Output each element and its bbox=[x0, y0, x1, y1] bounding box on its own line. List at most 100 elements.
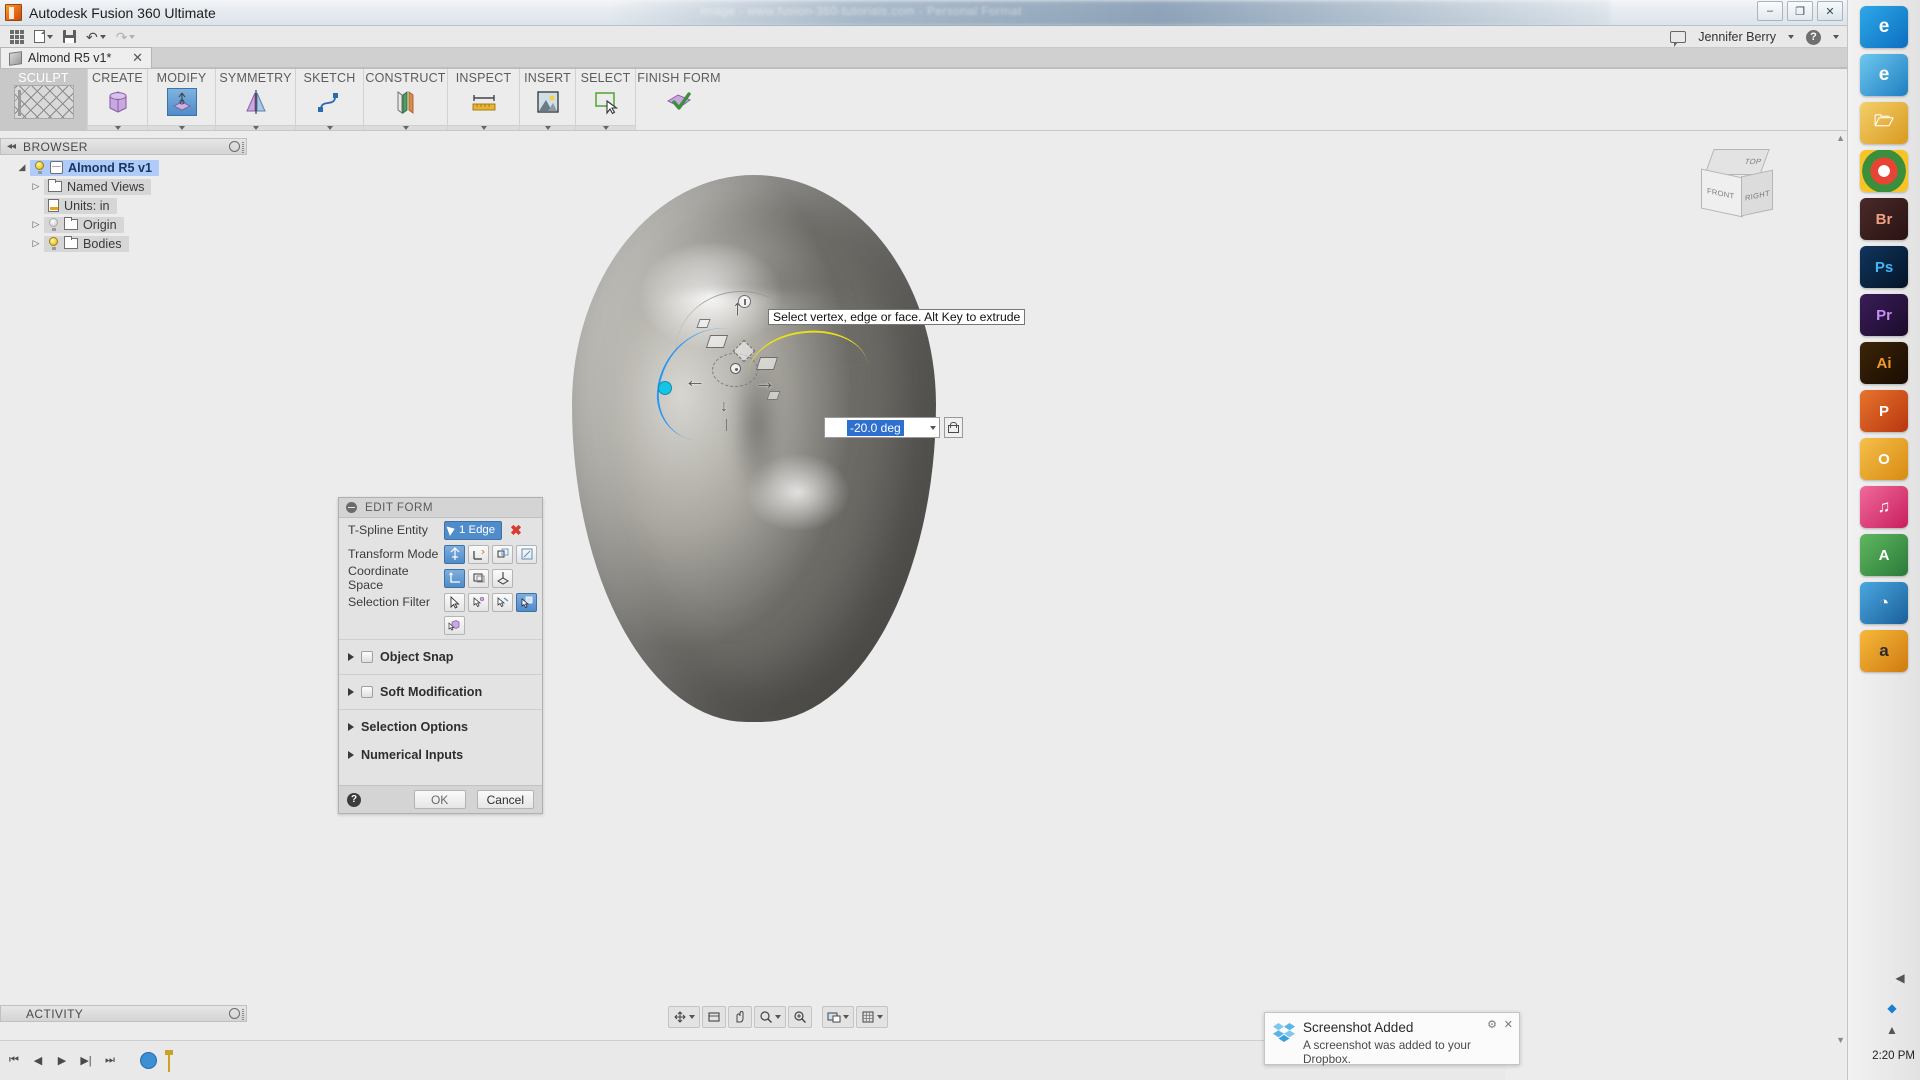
dialog-header[interactable]: EDIT FORM bbox=[339, 498, 542, 518]
tree-node-chip[interactable]: Almond R5 v1 bbox=[30, 160, 159, 176]
edge-browser-icon[interactable]: e bbox=[1860, 6, 1908, 48]
display-settings-button[interactable] bbox=[822, 1006, 854, 1028]
gear-icon[interactable]: ⚙ bbox=[1487, 1018, 1497, 1031]
chevron-down-icon[interactable] bbox=[843, 1015, 849, 1019]
redo-button[interactable]: ↷ bbox=[112, 27, 140, 47]
filter-cursor-icon[interactable] bbox=[444, 593, 465, 612]
3d-viewport[interactable]: ▲ ▼ TOP FRONT RIGHT ↑ ← → ↓ bbox=[0, 131, 1847, 1047]
expand-triangle-icon[interactable] bbox=[348, 751, 354, 759]
section-numerical-inputs[interactable]: Numerical Inputs bbox=[339, 741, 542, 769]
section-selection-options[interactable]: Selection Options bbox=[339, 713, 542, 741]
transform-scale-icon[interactable] bbox=[516, 545, 537, 564]
adobe-photoshop-icon[interactable]: Ps bbox=[1860, 246, 1908, 288]
tree-node-bodies[interactable]: ▷ Bodies bbox=[0, 234, 247, 253]
new-file-button[interactable] bbox=[30, 27, 57, 47]
filter-body-icon[interactable] bbox=[444, 616, 465, 635]
view-cube[interactable]: TOP FRONT RIGHT bbox=[1695, 149, 1779, 223]
ribbon-panel-create[interactable]: CREATE bbox=[88, 69, 148, 131]
expand-triangle-icon[interactable] bbox=[348, 653, 354, 661]
step-back-icon[interactable]: ◀ bbox=[30, 1053, 46, 1069]
chat-icon[interactable] bbox=[1670, 31, 1686, 43]
outlook-icon[interactable]: O bbox=[1860, 438, 1908, 480]
object-snap-checkbox[interactable] bbox=[361, 651, 373, 663]
go-to-start-icon[interactable]: ⏮ bbox=[6, 1053, 22, 1069]
tree-twisty-icon[interactable]: ▷ bbox=[28, 238, 44, 249]
play-icon[interactable]: ▶ bbox=[54, 1053, 70, 1069]
filter-face-icon[interactable] bbox=[516, 593, 537, 612]
tree-node-almond-r5[interactable]: ◢ Almond R5 v1 bbox=[0, 158, 247, 177]
collapse-left-icon[interactable]: ◂◂ bbox=[7, 141, 15, 152]
tree-twisty-icon[interactable]: ▷ bbox=[28, 181, 44, 192]
transform-rotate-icon[interactable] bbox=[492, 545, 513, 564]
almond-body-model[interactable] bbox=[572, 175, 936, 722]
fit-button[interactable] bbox=[788, 1006, 812, 1028]
system-clock[interactable]: 2:20 PM bbox=[1872, 1050, 1915, 1062]
go-to-end-icon[interactable]: ⏭ bbox=[102, 1053, 118, 1069]
ribbon-panel-symmetry[interactable]: SYMMETRY bbox=[216, 69, 296, 131]
activity-options-icon[interactable] bbox=[229, 1008, 240, 1019]
filter-vertex-icon[interactable] bbox=[468, 593, 489, 612]
transform-translate-icon[interactable] bbox=[468, 545, 489, 564]
chevron-down-icon[interactable] bbox=[1833, 35, 1839, 39]
chevron-down-icon[interactable] bbox=[877, 1015, 883, 1019]
activity-resize-grip[interactable] bbox=[242, 1009, 244, 1020]
transform-all-icon[interactable] bbox=[444, 545, 465, 564]
close-icon[interactable]: ✕ bbox=[1504, 1018, 1513, 1031]
autodesk-icon[interactable]: A bbox=[1860, 534, 1908, 576]
browser-resize-grip[interactable] bbox=[242, 142, 244, 153]
chevron-down-icon[interactable] bbox=[689, 1015, 695, 1019]
angle-input-value[interactable]: -20.0 deg bbox=[847, 420, 904, 436]
world-space-icon[interactable] bbox=[444, 569, 465, 588]
ok-button[interactable]: OK bbox=[414, 790, 466, 809]
tree-node-chip[interactable]: Named Views bbox=[44, 179, 151, 195]
chevron-down-icon[interactable] bbox=[1788, 35, 1794, 39]
scroll-down-indicator[interactable]: ▼ bbox=[1836, 1035, 1845, 1045]
help-icon[interactable]: ? bbox=[1806, 30, 1821, 45]
manipulator-arrow-up[interactable]: ↑ bbox=[732, 297, 743, 319]
close-button[interactable]: ✕ bbox=[1817, 1, 1843, 21]
dropbox-notification[interactable]: Screenshot Added A screenshot was added … bbox=[1264, 1012, 1520, 1065]
timeline-feature-marker[interactable] bbox=[140, 1052, 157, 1069]
tspline-entity-selection[interactable]: 1 Edge bbox=[444, 521, 502, 540]
amazon-icon[interactable]: a bbox=[1860, 630, 1908, 672]
adobe-illustrator-icon[interactable]: Ai bbox=[1860, 342, 1908, 384]
ribbon-panel-construct[interactable]: CONSTRUCT bbox=[364, 69, 448, 131]
pan-button[interactable] bbox=[728, 1006, 752, 1028]
tree-node-chip[interactable]: Bodies bbox=[44, 236, 129, 252]
ribbon-panel-select[interactable]: SELECT bbox=[576, 69, 636, 131]
visibility-bulb-icon[interactable] bbox=[48, 218, 59, 231]
orbit-button[interactable] bbox=[668, 1006, 700, 1028]
user-account-label[interactable]: Jennifer Berry bbox=[1698, 30, 1776, 44]
manipulator-arrow-left[interactable]: ← bbox=[684, 369, 706, 391]
angle-input-field[interactable]: -20.0 deg bbox=[824, 417, 940, 438]
step-forward-icon[interactable]: ▶| bbox=[78, 1053, 94, 1069]
dropbox-tray-icon[interactable]: ◆ bbox=[1884, 1000, 1900, 1016]
tree-twisty-icon[interactable]: ◢ bbox=[14, 162, 30, 173]
clear-selection-icon[interactable]: ✖ bbox=[510, 522, 522, 539]
chevron-down-icon[interactable] bbox=[930, 426, 936, 430]
adobe-bridge-icon[interactable]: Br bbox=[1860, 198, 1908, 240]
adobe-premiere-icon[interactable]: Pr bbox=[1860, 294, 1908, 336]
ribbon-panel-sculpt[interactable]: SCULPT bbox=[0, 69, 88, 131]
file-explorer-icon[interactable]: 🗁 bbox=[1860, 102, 1908, 144]
section-object-snap[interactable]: Object Snap bbox=[339, 643, 542, 671]
tree-twisty-icon[interactable]: ▷ bbox=[28, 219, 44, 230]
app-grid-button[interactable] bbox=[6, 27, 28, 47]
undo-button[interactable]: ↶ bbox=[82, 27, 110, 47]
ribbon-panel-finish-form[interactable]: FINISH FORM bbox=[636, 69, 722, 131]
maximize-button[interactable]: ❐ bbox=[1787, 1, 1813, 21]
activity-panel-header[interactable]: ACTIVITY bbox=[0, 1005, 247, 1022]
help-icon[interactable]: ? bbox=[347, 793, 361, 807]
zoom-button[interactable] bbox=[754, 1006, 786, 1028]
pivot-point-handle[interactable] bbox=[658, 381, 672, 395]
manipulator-center[interactable] bbox=[730, 363, 741, 374]
section-soft-modification[interactable]: Soft Modification bbox=[339, 678, 542, 706]
expand-triangle-icon[interactable] bbox=[348, 723, 354, 731]
itunes-icon[interactable]: ♫ bbox=[1860, 486, 1908, 528]
chevron-down-icon[interactable] bbox=[775, 1015, 781, 1019]
document-tab[interactable]: Almond R5 v1* ✕ bbox=[0, 47, 152, 68]
tree-node-origin[interactable]: ▷ Origin bbox=[0, 215, 247, 234]
close-icon[interactable]: ✕ bbox=[122, 50, 143, 66]
network-tray-icon[interactable]: ▲ bbox=[1884, 1022, 1900, 1038]
tree-node-units[interactable]: Units: in bbox=[0, 196, 247, 215]
